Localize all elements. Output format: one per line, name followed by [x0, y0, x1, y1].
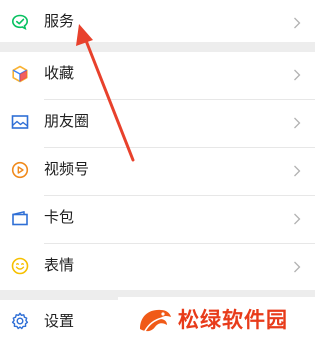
- menu-item-label: 卡包: [44, 208, 75, 226]
- menu-item-services[interactable]: 服务: [0, 0, 315, 47]
- channels-icon: [10, 160, 30, 180]
- menu-item-cards[interactable]: 卡包: [0, 196, 315, 243]
- watermark-text: 松绿软件园: [178, 308, 288, 332]
- cards-icon: [10, 208, 30, 228]
- moments-icon: [10, 112, 30, 132]
- chevron-right-icon: [293, 165, 301, 177]
- services-icon: [10, 12, 30, 32]
- menu-item-moments[interactable]: 朋友圈: [0, 100, 315, 147]
- watermark: 松绿软件园: [118, 297, 315, 345]
- chevron-right-icon: [293, 17, 301, 29]
- settings-icon: [10, 311, 30, 331]
- menu-item-label: 服务: [44, 12, 75, 30]
- section-gap: [0, 42, 315, 52]
- watermark-logo-icon: [136, 304, 174, 338]
- chevron-right-icon: [293, 69, 301, 81]
- menu-item-favorites[interactable]: 收藏: [0, 52, 315, 99]
- chevron-right-icon: [293, 213, 301, 225]
- stickers-icon: [10, 256, 30, 276]
- chevron-right-icon: [293, 261, 301, 273]
- menu-item-label: 表情: [44, 256, 75, 274]
- menu-item-channels[interactable]: 视频号: [0, 148, 315, 195]
- menu-item-label: 朋友圈: [44, 112, 90, 130]
- menu-item-stickers[interactable]: 表情: [0, 244, 315, 291]
- menu-item-label: 设置: [44, 312, 75, 330]
- chevron-right-icon: [293, 117, 301, 129]
- menu-item-label: 收藏: [44, 64, 75, 82]
- favorites-icon: [10, 64, 30, 84]
- me-page-menu: 服务 收藏 朋友圈 视频号 卡包 表情 设置 松绿软件园: [0, 0, 315, 345]
- menu-item-label: 视频号: [44, 160, 90, 178]
